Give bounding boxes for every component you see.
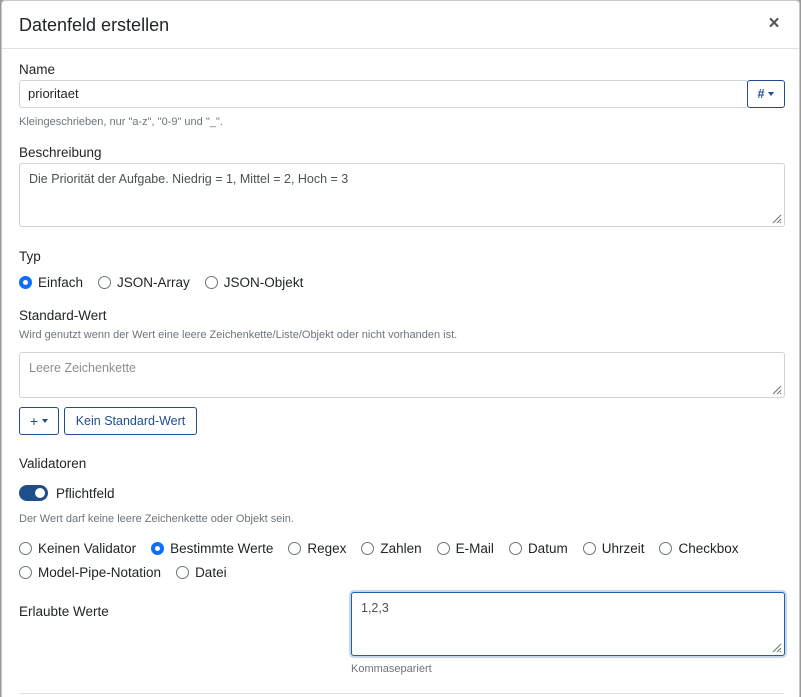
add-label: + bbox=[29, 413, 39, 429]
validator-option-numbers[interactable]: Zahlen bbox=[361, 541, 422, 556]
type-label: Typ bbox=[19, 249, 41, 264]
caret-down-icon bbox=[42, 419, 49, 423]
validator-radio-group-row1: Keinen Validator Bestimmte Werte Regex Z… bbox=[19, 541, 739, 556]
validator-option-label: Keinen Validator bbox=[38, 541, 137, 556]
caret-down-icon bbox=[768, 92, 775, 96]
name-input[interactable]: prioritaet bbox=[19, 80, 748, 108]
validator-radio-group-row2: Model-Pipe-Notation Datei bbox=[19, 565, 227, 580]
type-option-json-objekt[interactable]: JSON-Objekt bbox=[204, 275, 304, 290]
required-label: Pflichtfeld bbox=[56, 486, 115, 501]
validator-option-label: Zahlen bbox=[380, 541, 422, 556]
validator-option-label: E-Mail bbox=[455, 541, 494, 556]
modal-header: Datenfeld erstellen × bbox=[2, 1, 799, 49]
validator-option-email[interactable]: E-Mail bbox=[436, 541, 494, 556]
field-type-dropdown-button[interactable]: # bbox=[747, 80, 785, 108]
allowed-values-help: Kommasepariert bbox=[351, 663, 432, 675]
required-help: Der Wert darf keine leere Zeichenkette o… bbox=[19, 513, 294, 525]
default-value-placeholder: Leere Zeichenkette bbox=[29, 361, 137, 375]
validator-option-file[interactable]: Datei bbox=[176, 565, 227, 580]
radio-unchecked-icon bbox=[361, 542, 375, 555]
validators-label: Validatoren bbox=[19, 456, 87, 471]
validator-option-label: Checkbox bbox=[678, 541, 739, 556]
section-divider bbox=[19, 693, 784, 694]
validator-option-specific-values[interactable]: Bestimmte Werte bbox=[151, 541, 273, 556]
resize-handle-icon[interactable] bbox=[770, 641, 782, 653]
radio-unchecked-icon bbox=[508, 542, 522, 555]
type-option-einfach[interactable]: Einfach bbox=[19, 275, 83, 290]
description-textarea[interactable]: Die Priorität der Aufgabe. Niedrig = 1, … bbox=[19, 163, 785, 227]
resize-handle-icon[interactable] bbox=[770, 383, 782, 395]
radio-unchecked-icon bbox=[19, 542, 32, 555]
description-label: Beschreibung bbox=[19, 145, 102, 160]
required-toggle[interactable] bbox=[19, 485, 48, 501]
validator-option-model-pipe[interactable]: Model-Pipe-Notation bbox=[19, 565, 161, 580]
radio-unchecked-icon bbox=[659, 542, 673, 555]
validator-option-label: Regex bbox=[307, 541, 347, 556]
type-radio-group: Einfach JSON-Array JSON-Objekt bbox=[19, 275, 303, 290]
radio-checked-icon bbox=[151, 542, 165, 555]
resize-handle-icon[interactable] bbox=[770, 212, 782, 224]
name-help: Kleingeschrieben, nur "a-z", "0-9" und "… bbox=[19, 116, 223, 128]
radio-checked-icon bbox=[19, 276, 32, 289]
radio-unchecked-icon bbox=[436, 542, 450, 555]
validator-option-checkbox[interactable]: Checkbox bbox=[659, 541, 739, 556]
add-default-dropdown-button[interactable]: + bbox=[19, 407, 59, 435]
validator-option-label: Uhrzeit bbox=[601, 541, 645, 556]
radio-unchecked-icon bbox=[98, 276, 112, 289]
allowed-values-text: 1,2,3 bbox=[361, 601, 389, 615]
validator-option-regex[interactable]: Regex bbox=[288, 541, 346, 556]
radio-unchecked-icon bbox=[288, 542, 302, 555]
no-default-value-button[interactable]: Kein Standard-Wert bbox=[64, 407, 197, 435]
validator-option-none[interactable]: Keinen Validator bbox=[19, 541, 136, 556]
type-option-label: JSON-Objekt bbox=[223, 275, 304, 290]
radio-unchecked-icon bbox=[19, 566, 32, 579]
validator-option-label: Datei bbox=[195, 565, 227, 580]
validator-option-label: Datum bbox=[527, 541, 568, 556]
default-value-label: Standard-Wert bbox=[19, 308, 107, 323]
allowed-values-textarea[interactable]: 1,2,3 bbox=[351, 592, 785, 656]
allowed-values-label: Erlaubte Werte bbox=[19, 604, 109, 619]
validator-option-label: Model-Pipe-Notation bbox=[38, 565, 162, 580]
modal-title: Datenfeld erstellen bbox=[19, 15, 170, 35]
field-type-label: # bbox=[757, 87, 765, 101]
type-option-json-array[interactable]: JSON-Array bbox=[98, 275, 190, 290]
type-option-label: Einfach bbox=[38, 275, 84, 290]
validator-option-date[interactable]: Datum bbox=[508, 541, 568, 556]
type-option-label: JSON-Array bbox=[117, 275, 190, 290]
default-value-help: Wird genutzt wenn der Wert eine leere Ze… bbox=[19, 329, 458, 341]
radio-unchecked-icon bbox=[582, 542, 596, 555]
description-text: Die Priorität der Aufgabe. Niedrig = 1, … bbox=[29, 172, 349, 186]
name-label: Name bbox=[19, 62, 56, 77]
create-datafield-modal: Datenfeld erstellen × Name prioritaet # … bbox=[1, 0, 800, 697]
radio-unchecked-icon bbox=[204, 276, 218, 289]
validator-option-label: Bestimmte Werte bbox=[170, 541, 274, 556]
validator-option-time[interactable]: Uhrzeit bbox=[582, 541, 645, 556]
close-button[interactable]: × bbox=[765, 13, 783, 35]
radio-unchecked-icon bbox=[176, 566, 190, 579]
default-value-textarea[interactable]: Leere Zeichenkette bbox=[19, 352, 785, 398]
